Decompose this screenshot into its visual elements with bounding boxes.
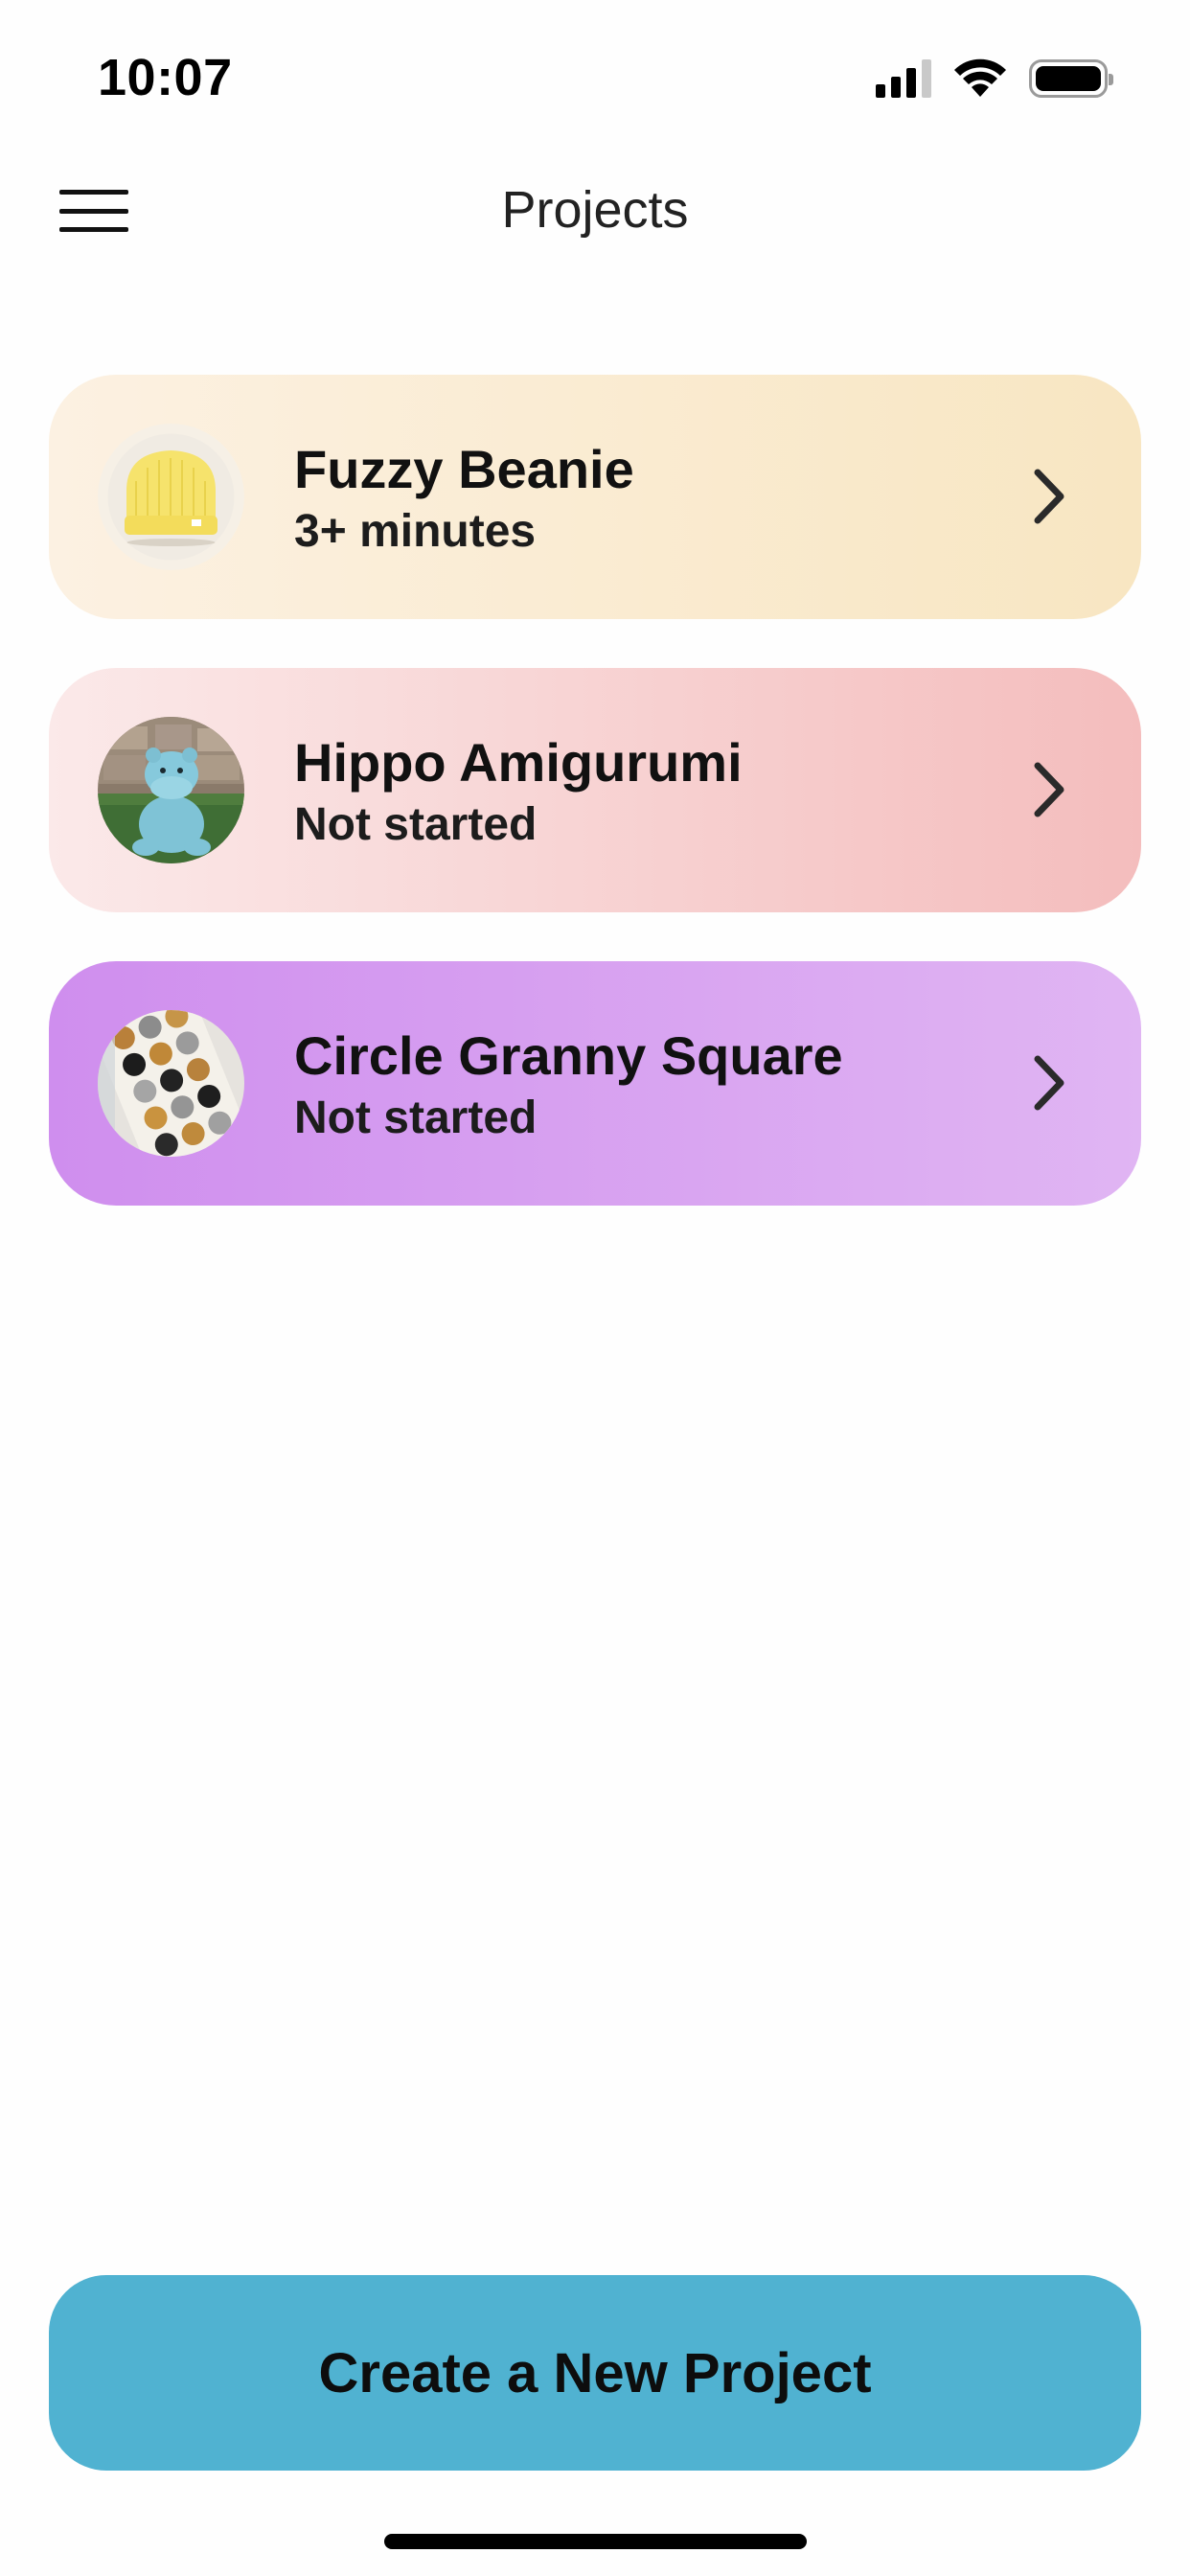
project-info: Fuzzy Beanie 3+ minutes [294,438,634,561]
wifi-icon [954,58,1006,97]
project-thumbnail [98,424,244,570]
project-list: Fuzzy Beanie 3+ minutes Hippo Amigurumi … [49,375,1141,1254]
project-progress: 3+ minutes [294,506,537,557]
project-info: Hippo Amigurumi Not started [294,731,743,854]
project-card-circle-granny-square[interactable]: Circle Granny Square Not started [49,961,1141,1206]
project-title: Hippo Amigurumi [294,732,743,793]
project-progress: Not started [294,799,538,850]
cellular-signal-icon [876,59,931,98]
battery-icon [1029,59,1113,98]
project-info: Circle Granny Square Not started [294,1024,843,1147]
status-bar: 10:07 [0,0,1190,153]
project-card-hippo-amigurumi[interactable]: Hippo Amigurumi Not started [49,668,1141,912]
create-new-project-button[interactable]: Create a New Project [49,2275,1141,2471]
project-progress: Not started [294,1092,538,1143]
project-card-fuzzy-beanie[interactable]: Fuzzy Beanie 3+ minutes [49,375,1141,619]
project-thumbnail [98,717,244,863]
project-thumbnail [98,1010,244,1157]
chevron-right-icon [1034,469,1064,524]
chevron-right-icon [1034,762,1064,817]
project-title: Fuzzy Beanie [294,439,634,499]
home-indicator[interactable] [384,2534,807,2549]
status-time: 10:07 [98,49,233,106]
projects-screen: 10:07 Projects Fuzzy Beanie 3+ minutes H… [0,0,1190,2576]
page-title: Projects [501,181,689,239]
chevron-right-icon [1034,1055,1064,1111]
status-icons [876,58,1113,100]
project-title: Circle Granny Square [294,1025,843,1086]
navigation-bar: Projects [0,163,1190,259]
